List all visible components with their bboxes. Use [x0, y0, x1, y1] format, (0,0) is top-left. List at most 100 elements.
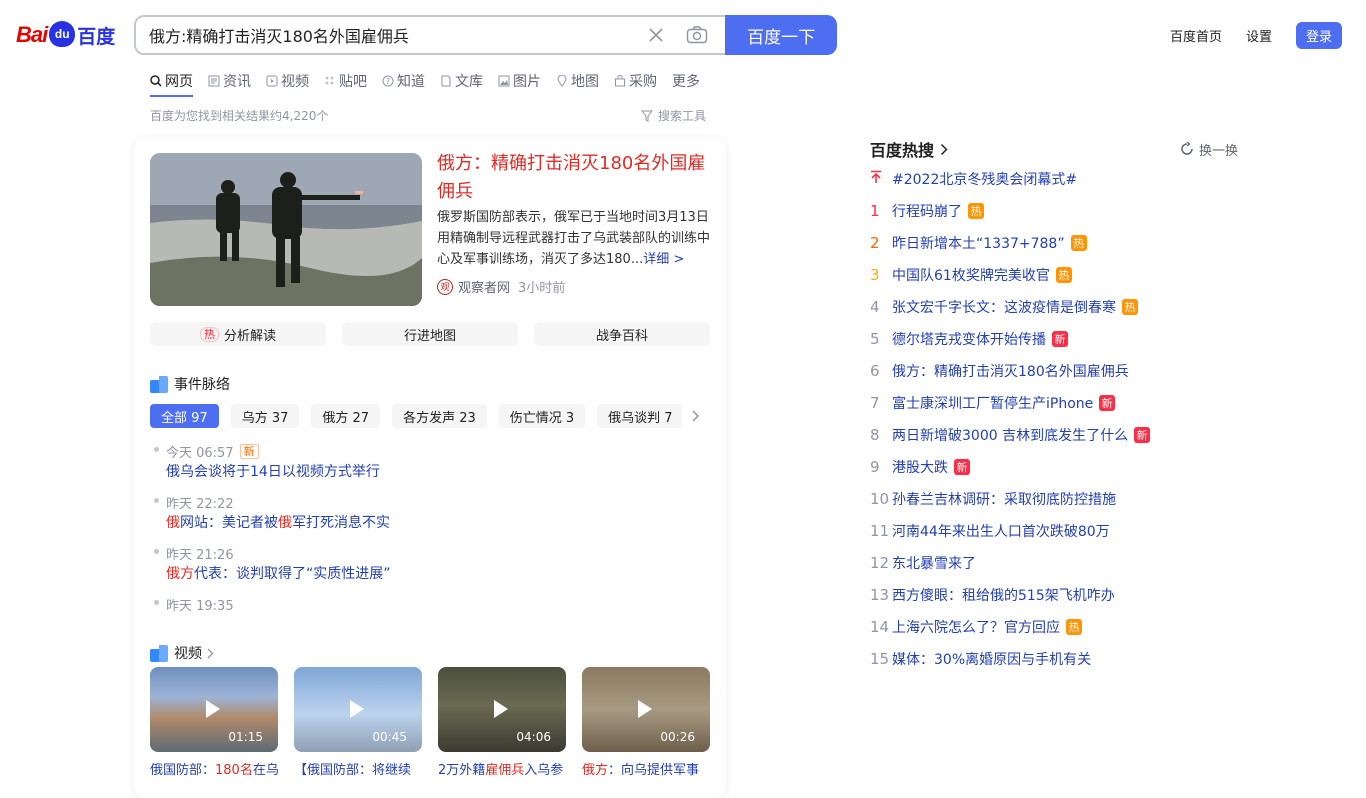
tab-map[interactable]: 地图 [556, 68, 599, 94]
encyclopedia-button[interactable]: 战争百科 [534, 322, 710, 346]
event-chip[interactable]: 各方发声 23 [392, 404, 487, 428]
video-section-title[interactable]: 视频 [150, 643, 214, 663]
hot-search-item[interactable]: 8 两日新增破3000 吉林到底发生了什么新 [870, 419, 1250, 451]
search-input[interactable] [149, 18, 646, 52]
hot-search-item[interactable]: 6 俄方：精确打击消灭180名外国雇佣兵 [870, 355, 1250, 387]
map-button[interactable]: 行进地图 [342, 322, 518, 346]
hot-search-item[interactable]: #2022北京冬残奥会闭幕式# [870, 163, 1250, 195]
settings-link[interactable]: 设置 [1246, 26, 1272, 45]
camera-icon[interactable] [685, 24, 709, 46]
timeline-link[interactable]: 俄网站：美记者被俄军打死消息不实 [166, 512, 710, 535]
video-item[interactable]: 01:15 俄国防部：180名在乌 [150, 667, 278, 778]
hot-search-item[interactable]: 15 媒体：30%离婚原因与手机有关 [870, 643, 1250, 675]
timeline-dot [154, 498, 159, 503]
timeline-time: 昨天 22:22 [166, 492, 710, 512]
hot-search-text: #2022北京冬残奥会闭幕式# [892, 172, 1078, 188]
hot-search-text: 孙春兰吉林调研：采取彻底防控措施 [892, 492, 1116, 508]
video-item[interactable]: 04:06 2万外籍雇佣兵入乌参 [438, 667, 566, 778]
baidu-logo[interactable]: Bai du 百度 [16, 18, 115, 52]
hot-search-item[interactable]: 1 行程码崩了热 [870, 195, 1250, 227]
hot-rank: 14 [870, 618, 890, 636]
hot-search-item[interactable]: 3 中国队61枚奖牌完美收官热 [870, 259, 1250, 291]
hot-search-item[interactable]: 11 河南44年来出生人口首次跌破80万 [870, 515, 1250, 547]
hot-search-text: 两日新增破3000 吉林到底发生了什么 [892, 428, 1129, 444]
logo-text-cn: 百度 [77, 25, 116, 48]
timeline-link-part: 俄乌会谈将于14日以视频方式举行 [166, 464, 380, 480]
search-button[interactable]: 百度一下 [725, 15, 837, 55]
home-link[interactable]: 百度首页 [1170, 26, 1222, 45]
hot-rank: 8 [870, 426, 880, 444]
video-thumbnail[interactable]: 01:15 [150, 667, 278, 752]
timeline-item: 昨天 19:35 [150, 594, 710, 614]
hot-search-item[interactable]: 13 西方傻眼：租给俄的515架飞机咋办 [870, 579, 1250, 611]
analysis-button[interactable]: 热 分析解读 [150, 322, 326, 346]
hot-search-item[interactable]: 4 张文宏千字长文：这波疫情是倒春寒热 [870, 291, 1250, 323]
tab-wenku[interactable]: 文库 [440, 68, 483, 94]
tab-more[interactable]: 更多 [672, 68, 700, 94]
timeline-dot [154, 549, 159, 554]
event-chip[interactable]: 俄方 27 [311, 404, 381, 428]
tab-image[interactable]: 图片 [498, 68, 541, 94]
video-title[interactable]: 俄方：向乌提供军事 [582, 759, 710, 778]
hot-search-item[interactable]: 7 富士康深圳工厂暂停生产iPhone 新 [870, 387, 1250, 419]
play-icon [206, 700, 220, 718]
clear-icon[interactable] [645, 24, 667, 46]
video-title-part: ：向乌提供军事 [608, 763, 700, 778]
video-thumbnail[interactable]: 00:45 [294, 667, 422, 752]
news-title[interactable]: 俄方：精确打击消灭180名外国雇佣兵 [437, 150, 712, 206]
video-list: 01:15 俄国防部：180名在乌 00:45 【俄国防部：将继续 04:06 2万外籍雇… [150, 667, 726, 778]
hot-search-item[interactable]: 12 东北暴雪来了 [870, 547, 1250, 579]
source-name[interactable]: 观察者网 [458, 277, 510, 296]
event-chip[interactable]: 俄乌谈判 7 [597, 404, 684, 428]
hot-search-text: 俄方：精确打击消灭180名外国雇佣兵 [892, 364, 1129, 380]
search-tabs: 网页 资讯 视频 贴吧 ? 知道 文库 图片 地图 采购 更多 [150, 68, 715, 97]
video-title-part: 【俄国防部：将继续 [294, 763, 412, 778]
timeline-time-text: 昨天 22:22 [166, 496, 234, 512]
doc-icon [440, 75, 452, 87]
tab-webpage[interactable]: 网页 [150, 68, 193, 97]
video-thumbnail[interactable]: 04:06 [438, 667, 566, 752]
timeline-item: 昨天 22:22 俄网站：美记者被俄军打死消息不实 [150, 492, 710, 535]
login-button[interactable]: 登录 [1295, 22, 1342, 49]
hot-search-item[interactable]: 9 港股大跌新 [870, 451, 1250, 483]
refresh-label: 换一换 [1198, 143, 1238, 159]
video-title[interactable]: 【俄国防部：将继续 [294, 759, 422, 778]
timeline-time: 昨天 21:26 [166, 543, 710, 563]
hot-search-item[interactable]: 10 孙春兰吉林调研：采取彻底防控措施 [870, 483, 1250, 515]
video-item[interactable]: 00:26 俄方：向乌提供军事 [582, 667, 710, 778]
timeline-item: 昨天 21:26 俄方代表：谈判取得了“实质性进展” [150, 543, 710, 586]
more-link[interactable]: 详细 > [643, 252, 684, 267]
tab-tieba[interactable]: 贴吧 [324, 68, 367, 94]
event-chip[interactable]: 伤亡情况 3 [498, 404, 586, 428]
hot-search-title[interactable]: 百度热搜 [870, 137, 948, 161]
timeline-link[interactable]: 俄乌会谈将于14日以视频方式举行 [166, 461, 710, 484]
news-image[interactable] [150, 153, 422, 306]
hot-search-text: 张文宏千字长文：这波疫情是倒春寒 [892, 300, 1116, 316]
hot-search-text: 港股大跌 [892, 460, 948, 476]
video-title[interactable]: 俄国防部：180名在乌 [150, 759, 278, 778]
tab-zhidao[interactable]: ? 知道 [382, 68, 425, 94]
new-badge: 新 [1099, 395, 1116, 411]
search-tools-button[interactable]: 搜索工具 [641, 107, 706, 124]
hot-search-item[interactable]: 2 昨日新增本土“1337+788” 热 [870, 227, 1250, 259]
video-title[interactable]: 2万外籍雇佣兵入乌参 [438, 759, 566, 778]
video-thumbnail[interactable]: 00:26 [582, 667, 710, 752]
event-chip[interactable]: 乌方 37 [230, 404, 300, 428]
hot-search-item[interactable]: 14 上海六院怎么了？官方回应热 [870, 611, 1250, 643]
tab-purchase[interactable]: 采购 [614, 68, 657, 94]
chevron-right-icon[interactable] [682, 404, 710, 428]
title-separator: ： [473, 153, 491, 174]
tieba-icon [324, 75, 336, 87]
chevron-right-icon [207, 648, 214, 658]
hot-search-item[interactable]: 5 德尔塔克戎变体开始传播新 [870, 323, 1250, 355]
section-icon [150, 644, 168, 662]
map-icon [556, 75, 568, 87]
tab-video[interactable]: 视频 [266, 68, 309, 94]
hot-search-text: 行程码崩了 [892, 204, 962, 220]
play-icon [494, 700, 508, 718]
event-chip[interactable]: 全部 97 [150, 404, 219, 428]
tab-news[interactable]: 资讯 [208, 68, 251, 94]
video-item[interactable]: 00:45 【俄国防部：将继续 [294, 667, 422, 778]
timeline-link[interactable]: 俄方代表：谈判取得了“实质性进展” [166, 563, 710, 586]
refresh-button[interactable]: 换一换 [1180, 140, 1238, 159]
